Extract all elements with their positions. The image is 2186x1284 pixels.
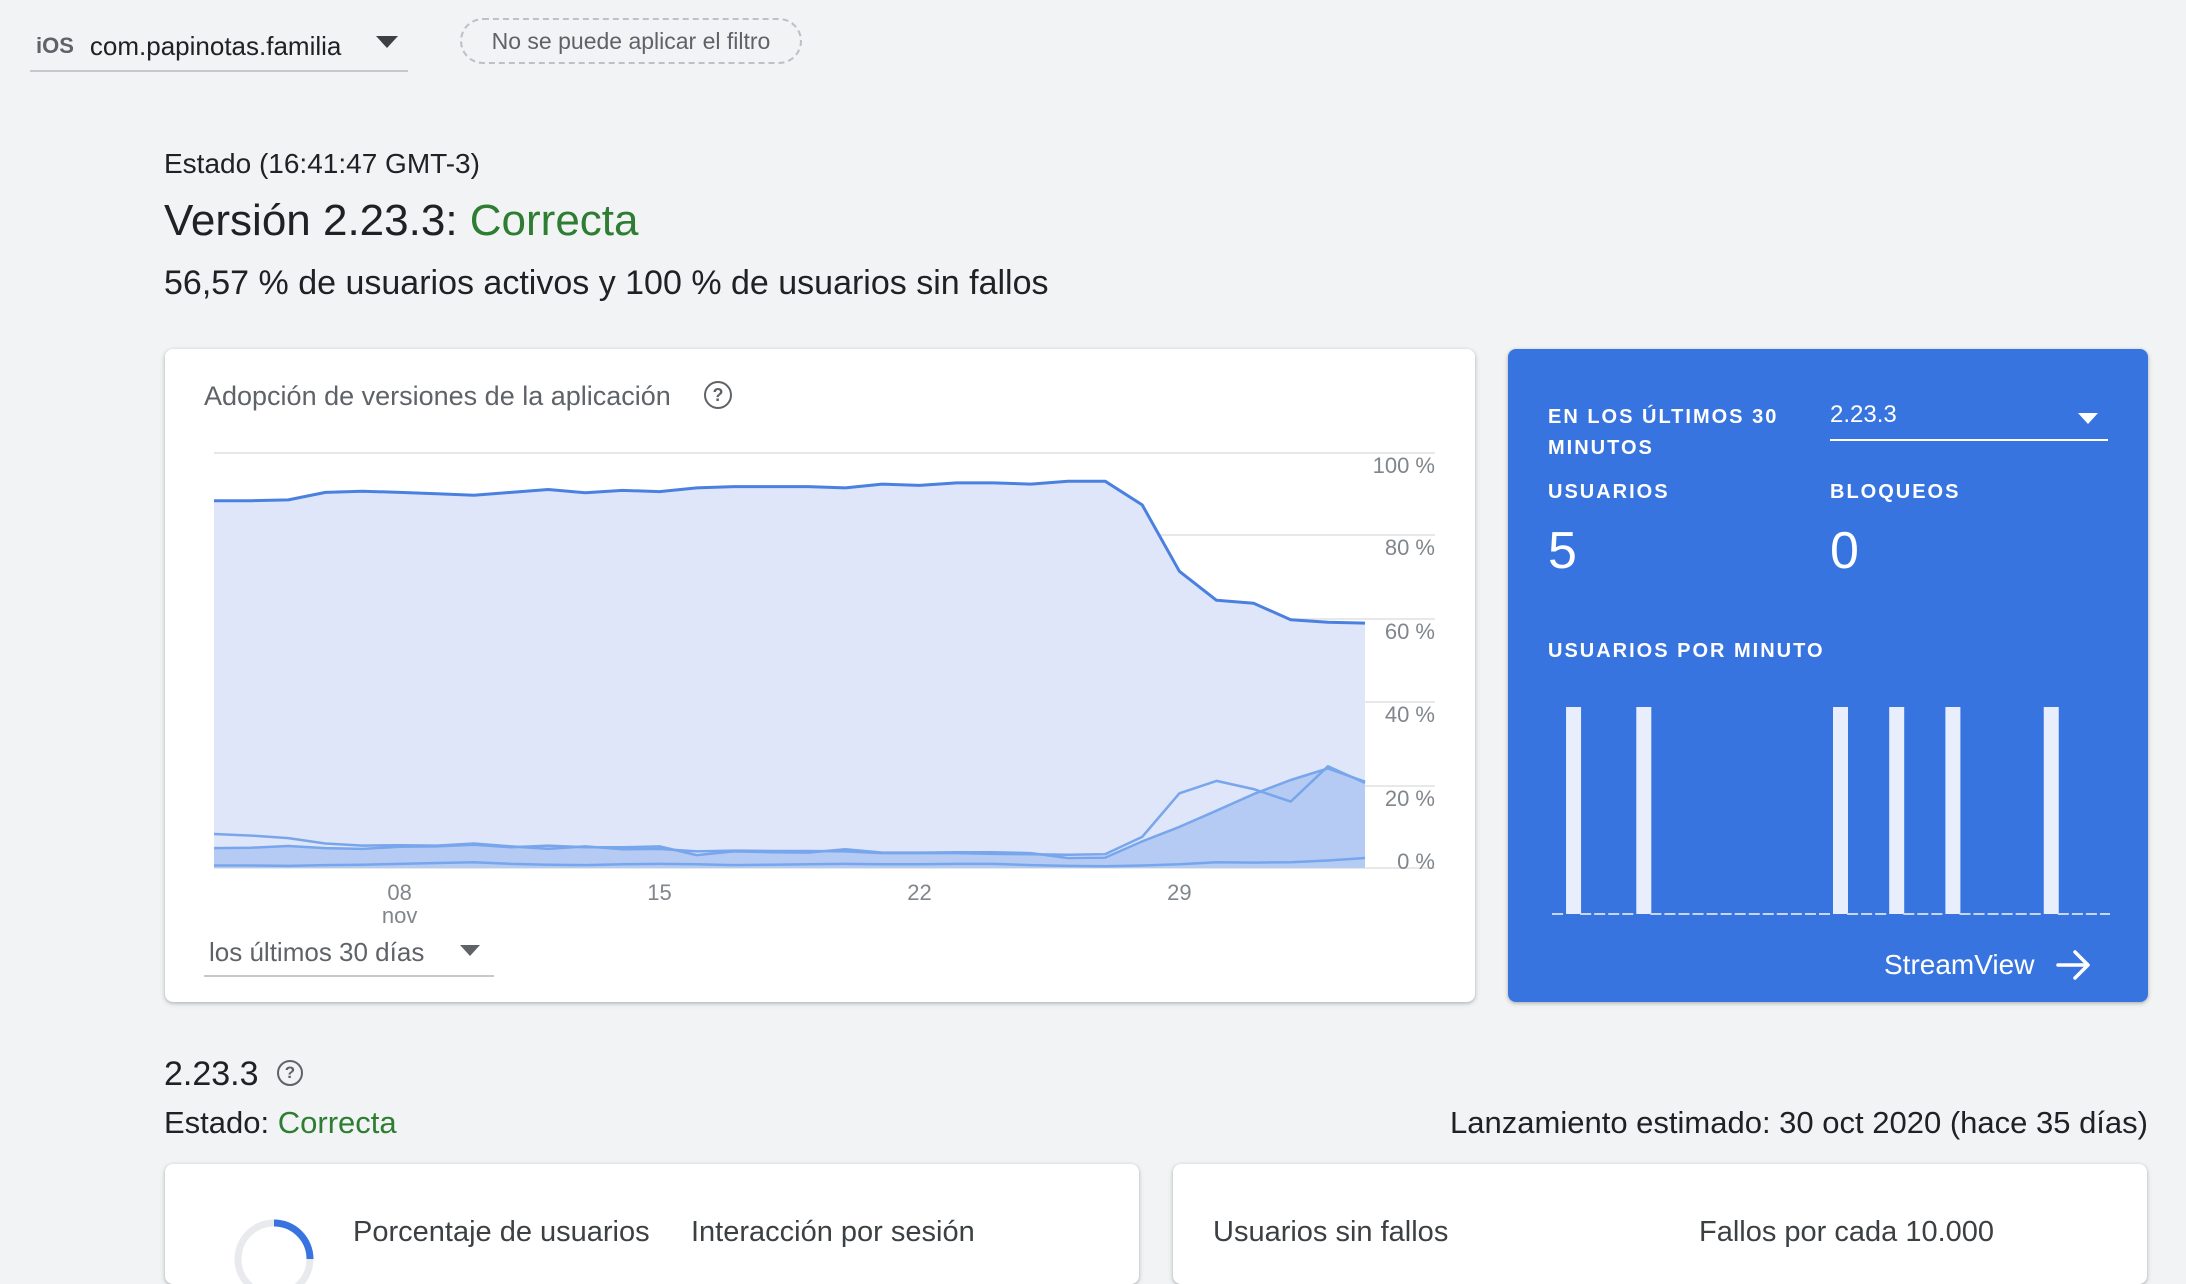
- y-tick-label: 0 %: [1397, 849, 1435, 874]
- x-tick-label: 15: [647, 880, 671, 905]
- realtime-crashes-value: 0: [1830, 522, 1859, 580]
- version-status-label: Estado:: [164, 1105, 270, 1140]
- version-state: Correcta: [469, 196, 639, 245]
- engagement-card: Porcentaje de usuarios Interacción por s…: [165, 1164, 1139, 1284]
- users-per-minute-chart: [1552, 707, 2110, 915]
- app-name: com.papinotas.familia: [89, 30, 342, 61]
- y-tick-label: 20 %: [1385, 786, 1435, 811]
- stability-card: Usuarios sin fallos Fallos por cada 10.0…: [1173, 1164, 2147, 1284]
- crash-free-users-label: Usuarios sin fallos: [1213, 1216, 1449, 1248]
- y-tick-label: 100 %: [1373, 453, 1435, 478]
- realtime-card: EN LOS ÚLTIMOS 30 MINUTOS 2.23.3 USUARIO…: [1508, 349, 2148, 1002]
- version-status-value: Correcta: [277, 1105, 397, 1140]
- users-per-minute-label: USUARIOS POR MINUTO: [1548, 640, 1825, 662]
- x-tick-label: 08: [387, 880, 411, 905]
- donut-gauge: [234, 1219, 314, 1284]
- x-tick-label: 29: [1167, 880, 1191, 905]
- y-tick-label: 40 %: [1385, 702, 1435, 727]
- adoption-chart: 100 % 80 % 60 % 40 % 20 % 0 % 08nov 15 22 29: [213, 452, 1435, 928]
- adoption-card: Adopción de versiones de la aplicación ?…: [165, 349, 1475, 1002]
- help-icon[interactable]: ?: [277, 1060, 303, 1086]
- engagement-per-session-label: Interacción por sesión: [691, 1216, 975, 1248]
- realtime-crashes-label: BLOQUEOS: [1830, 481, 1961, 503]
- platform-label: iOS: [36, 33, 74, 58]
- minute-bar: [1636, 707, 1652, 914]
- x-tick-sublabel: nov: [382, 903, 417, 928]
- version-status: Estado: Correcta: [164, 1105, 397, 1141]
- version-section-title: 2.23.3: [164, 1055, 259, 1093]
- realtime-version-value: 2.23.3: [1830, 401, 1897, 428]
- arrow-right-icon: [2056, 950, 2091, 980]
- date-range-select[interactable]: los últimos 30 días: [204, 929, 494, 977]
- version-heading-prefix: Versión 2.23.3:: [164, 196, 458, 245]
- date-range-value: los últimos 30 días: [209, 937, 425, 967]
- users-percentage-label: Porcentaje de usuarios: [353, 1216, 650, 1248]
- minute-bar: [2043, 707, 2059, 914]
- x-tick-label: 22: [907, 880, 931, 905]
- streamview-label: StreamView: [1884, 949, 2035, 980]
- realtime-period-label: EN LOS ÚLTIMOS 30 MINUTOS: [1548, 406, 1779, 459]
- streamview-link[interactable]: StreamView: [1884, 949, 2092, 981]
- app-selector[interactable]: iOS com.papinotas.familia: [30, 22, 408, 72]
- release-estimate: Lanzamiento estimado: 30 oct 2020 (hace …: [1450, 1105, 2148, 1140]
- version-summary: 56,57 % de usuarios activos y 100 % de u…: [164, 264, 1049, 302]
- page-title: Versión 2.23.3: Correcta: [164, 196, 639, 246]
- chevron-down-icon: [2078, 413, 2098, 424]
- y-tick-label: 80 %: [1385, 535, 1435, 560]
- realtime-users-label: USUARIOS: [1548, 481, 1670, 503]
- chevron-down-icon: [376, 36, 398, 48]
- minute-bar: [1566, 707, 1582, 914]
- minute-bar: [1889, 707, 1905, 914]
- chevron-down-icon: [460, 945, 480, 956]
- filter-chip[interactable]: No se puede aplicar el filtro: [460, 18, 802, 64]
- minute-bar: [1833, 707, 1848, 914]
- y-tick-label: 60 %: [1385, 619, 1435, 644]
- status-timestamp: Estado (16:41:47 GMT-3): [164, 148, 480, 179]
- series-area: [214, 481, 1365, 868]
- realtime-users-value: 5: [1548, 522, 1577, 580]
- minute-bar: [1945, 707, 1961, 914]
- crashes-per-10000-label: Fallos por cada 10.000: [1699, 1216, 1995, 1248]
- realtime-version-select[interactable]: 2.23.3: [1830, 399, 2108, 441]
